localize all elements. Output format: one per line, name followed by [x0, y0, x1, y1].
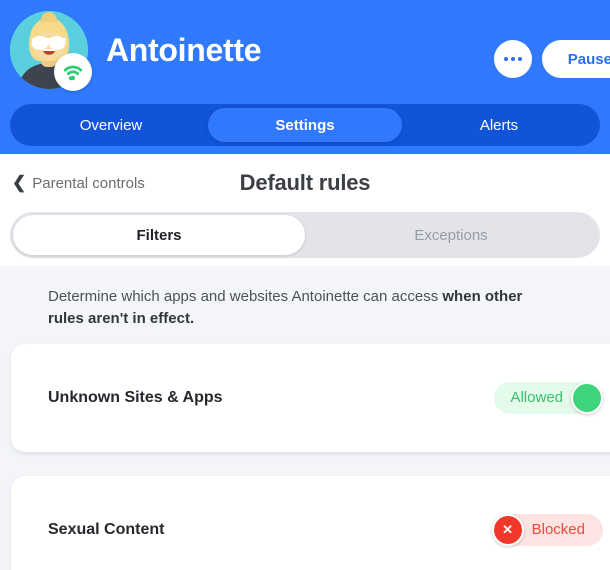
tab-bar-container: Overview Settings Alerts: [0, 100, 610, 154]
wifi-icon: [54, 53, 92, 91]
more-horizontal-icon: [510, 57, 515, 61]
more-horizontal-icon: [503, 57, 508, 61]
status-badge-label: Blocked: [531, 521, 585, 538]
status-badge-blocked[interactable]: ✕ Blocked: [491, 513, 603, 546]
sub-header: ❮ Parental controls Default rules: [0, 154, 610, 212]
close-x-icon: ✕: [491, 513, 524, 546]
rules-list: Unknown Sites & Apps Allowed Sexual Cont…: [0, 343, 610, 570]
status-badge-label: Allowed: [510, 389, 563, 406]
chevron-left-icon: ❮: [12, 173, 27, 192]
tab-overview[interactable]: Overview: [14, 108, 208, 142]
header-actions: Pause: [493, 40, 610, 78]
more-horizontal-icon: [517, 57, 522, 61]
rule-label: Sexual Content: [48, 520, 165, 538]
pause-button[interactable]: Pause: [541, 40, 610, 78]
app-header: Antoinette Pause: [0, 0, 610, 100]
rules-description-text: Determine which apps and websites Antoin…: [48, 288, 443, 305]
tab-settings[interactable]: Settings: [208, 108, 402, 142]
back-to-parental-controls-link[interactable]: ❮ Parental controls: [12, 173, 145, 192]
rule-row-sexual-content[interactable]: Sexual Content ✕ Blocked: [11, 475, 610, 570]
segmented-control: Filters Exceptions: [10, 212, 600, 258]
rule-row-unknown-sites-apps[interactable]: Unknown Sites & Apps Allowed: [11, 343, 610, 452]
segment-filters[interactable]: Filters: [13, 215, 305, 255]
status-badge-allowed[interactable]: Allowed: [494, 381, 603, 414]
segmented-control-container: Filters Exceptions: [0, 212, 610, 266]
segment-exceptions[interactable]: Exceptions: [305, 215, 597, 255]
toggle-knob-allowed-icon: [571, 381, 603, 414]
avatar[interactable]: [10, 11, 92, 91]
tab-alerts[interactable]: Alerts: [402, 108, 596, 142]
more-options-button[interactable]: [493, 40, 532, 78]
profile-name: Antoinette: [106, 31, 262, 68]
tab-bar: Overview Settings Alerts: [10, 104, 600, 146]
rules-description: Determine which apps and websites Antoin…: [0, 266, 610, 344]
rule-label: Unknown Sites & Apps: [48, 388, 223, 406]
back-link-label: Parental controls: [32, 174, 145, 192]
main-content: Determine which apps and websites Antoin…: [0, 266, 610, 570]
